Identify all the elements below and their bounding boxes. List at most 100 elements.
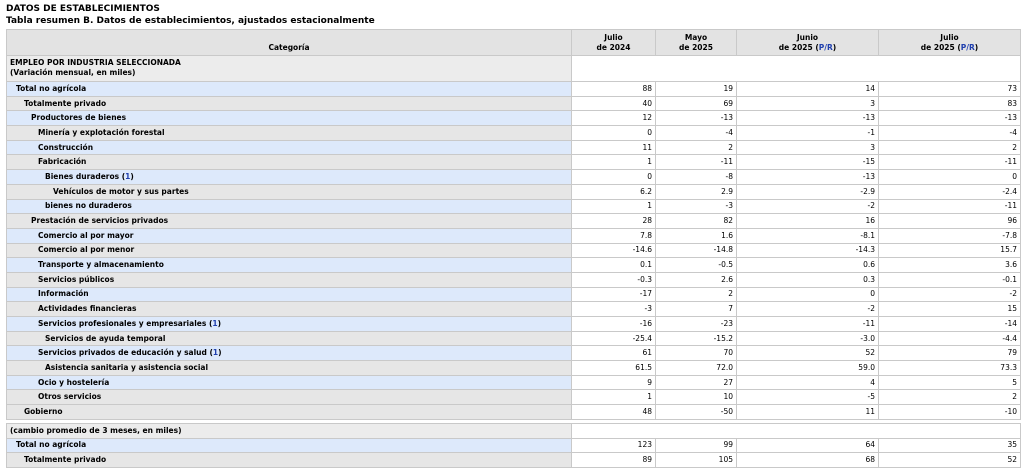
row-label: Servicios profesionales y empresariales … [6, 316, 572, 332]
table-row: Total no agrícola 123 99 64 35 [6, 437, 1021, 454]
page: DATOS DE ESTABLECIMIENTOS Tabla resumen … [6, 4, 1021, 468]
row-label-text: Comercio al por mayor [38, 230, 134, 240]
header-jul-2025-month: Julio [940, 32, 959, 42]
value-cell: -8.1 [736, 227, 879, 244]
table-row: Actividades financieras -3 7 -2 15 [6, 301, 1021, 317]
row-label-text: Construcción [38, 142, 94, 152]
row-label-text: Ocio y hostelería [38, 377, 110, 387]
row-label-text: Servicios de ayuda temporal [45, 333, 166, 343]
row-label: Fabricación [6, 154, 572, 171]
header-may-2025: Mayo de 2025 [655, 29, 737, 56]
value-cell: 89 [571, 452, 656, 468]
value-cell: 0 [878, 169, 1021, 185]
header-jul-2024: Julio de 2024 [571, 29, 656, 56]
value-cell: 3 [736, 139, 879, 156]
value-cell: 9 [571, 374, 656, 391]
value-cell: -2.4 [878, 183, 1021, 200]
section-header: EMPLEO POR INDUSTRIA SELECCIONADA (Varia… [6, 55, 572, 82]
value-cell: -10 [878, 404, 1021, 420]
row-label-text: Servicios privados de educación y salud [38, 348, 207, 358]
value-cell: 0 [571, 125, 656, 141]
section-empty-cell [571, 422, 1021, 439]
value-cell: -4 [655, 125, 737, 141]
value-cell: 1.6 [655, 227, 737, 244]
value-cell: -13 [878, 110, 1021, 127]
value-cell: -1 [736, 125, 879, 141]
value-cell: 88 [571, 81, 656, 97]
table-row: Servicios privados de educación y salud … [6, 345, 1021, 362]
row-label: Gobierno [6, 404, 572, 420]
preliminary-link[interactable]: P/R [961, 43, 975, 52]
summary-table: Categoría Julio de 2024 Mayo de 2025 Jun… [6, 29, 1021, 468]
table-body: EMPLEO POR INDUSTRIA SELECCIONADA (Varia… [6, 55, 1021, 468]
value-cell: 19 [655, 81, 737, 97]
value-cell: -11 [878, 154, 1021, 171]
value-cell: -11 [655, 154, 737, 171]
value-cell: 69 [655, 95, 737, 112]
value-cell: 1 [571, 198, 656, 215]
row-label: Bienes duraderos (1) [6, 169, 572, 185]
value-cell: 3.6 [878, 257, 1021, 273]
header-jun-2025-month: Junio [796, 32, 819, 42]
value-cell: -14.8 [655, 242, 737, 259]
table-row: Bienes duraderos (1) 0 -8 -13 0 [6, 169, 1021, 185]
row-label-text: Servicios profesionales y empresariales [38, 318, 207, 328]
value-cell: -15.2 [655, 330, 737, 347]
page-title: DATOS DE ESTABLECIMIENTOS [6, 4, 160, 14]
value-cell: 48 [571, 404, 656, 420]
value-cell: -50 [655, 404, 737, 420]
row-label: Construcción [6, 139, 572, 156]
value-cell: 72.0 [655, 360, 737, 376]
row-label-text: Fabricación [38, 157, 87, 167]
table-row: Asistencia sanitaria y asistencia social… [6, 360, 1021, 376]
value-cell: 70 [655, 345, 737, 362]
table-row: Ocio y hostelería 9 27 4 5 [6, 374, 1021, 391]
value-cell: 16 [736, 213, 879, 229]
row-label: Asistencia sanitaria y asistencia social [6, 360, 572, 376]
value-cell: -13 [736, 169, 879, 185]
row-label-text: Totalmente privado [24, 98, 107, 108]
row-label: Productores de bienes [6, 110, 572, 127]
section-title: EMPLEO POR INDUSTRIA SELECCIONADA [10, 58, 181, 67]
preliminary-link[interactable]: P/R [819, 43, 833, 52]
value-cell: 6.2 [571, 183, 656, 200]
value-cell: 1 [571, 389, 656, 406]
table-row: Servicios públicos -0.3 2.6 0.3 -0.1 [6, 271, 1021, 288]
value-cell: 59.0 [736, 360, 879, 376]
row-label: Total no agrícola [6, 81, 572, 97]
row-label-text: Gobierno [24, 406, 63, 416]
value-cell: 64 [736, 437, 879, 454]
value-cell: -5 [736, 389, 879, 406]
table-row: Productores de bienes 12 -13 -13 -13 [6, 110, 1021, 127]
table-row: Vehículos de motor y sus partes 6.2 2.9 -2.… [6, 183, 1021, 200]
row-label: Transporte y almacenamiento [6, 257, 572, 273]
header-may-2025-year: de 2025 [679, 42, 713, 52]
value-cell: 0.1 [571, 257, 656, 273]
row-label-text: Productores de bienes [31, 113, 127, 123]
value-cell: 0.3 [736, 271, 879, 288]
value-cell: -11 [736, 316, 879, 332]
table-row: Otros servicios 1 10 -5 2 [6, 389, 1021, 406]
value-cell: -16 [571, 316, 656, 332]
row-label-text: Transporte y almacenamiento [38, 260, 164, 270]
header-jul-2025-close: ) [974, 42, 979, 52]
value-cell: 73.3 [878, 360, 1021, 376]
row-label: Totalmente privado [6, 452, 572, 468]
table-row: Servicios de ayuda temporal -25.4 -15.2 -3.… [6, 330, 1021, 347]
row-label: Otros servicios [6, 389, 572, 406]
value-cell: 10 [655, 389, 737, 406]
row-label-text: Información [38, 289, 89, 299]
row-label-text: Asistencia sanitaria y asistencia social [45, 362, 209, 372]
value-cell: 123 [571, 437, 656, 454]
value-cell: -14.6 [571, 242, 656, 259]
value-cell: 96 [878, 213, 1021, 229]
value-cell: 2.6 [655, 271, 737, 288]
header-jul-2025: Julio de 2025 (P/R) [878, 29, 1021, 56]
row-label: Minería y explotación forestal [6, 125, 572, 141]
value-cell: -3.0 [736, 330, 879, 347]
value-cell: -17 [571, 286, 656, 303]
value-cell: -7.8 [878, 227, 1021, 244]
table-row: Fabricación 1 -11 -15 -11 [6, 154, 1021, 171]
value-cell: 35 [878, 437, 1021, 454]
row-label: Servicios privados de educación y salud … [6, 345, 572, 362]
